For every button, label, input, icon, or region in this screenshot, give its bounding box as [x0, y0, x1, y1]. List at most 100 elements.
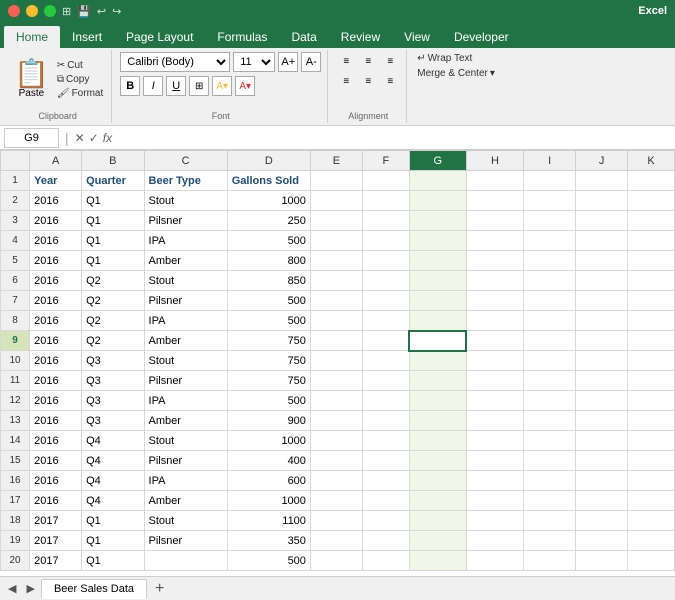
cell[interactable] [466, 211, 523, 231]
align-right-button[interactable]: ≡ [380, 72, 400, 90]
cell[interactable] [362, 351, 409, 371]
cell[interactable] [466, 231, 523, 251]
cell[interactable]: Q4 [82, 491, 144, 511]
cell[interactable] [310, 271, 362, 291]
cell[interactable] [524, 251, 576, 271]
col-header-i[interactable]: I [524, 151, 576, 171]
formula-input[interactable] [116, 131, 671, 145]
cell[interactable] [310, 411, 362, 431]
sheet-tab-beer-sales[interactable]: Beer Sales Data [41, 579, 147, 599]
cell[interactable] [466, 371, 523, 391]
cell[interactable]: 600 [227, 471, 310, 491]
cell[interactable]: 2016 [30, 211, 82, 231]
cell[interactable] [576, 211, 628, 231]
cell[interactable]: Amber [144, 411, 227, 431]
cell[interactable]: 2016 [30, 411, 82, 431]
cell[interactable]: Q1 [82, 211, 144, 231]
tab-formulas[interactable]: Formulas [205, 26, 279, 48]
cell[interactable] [628, 271, 675, 291]
tab-home[interactable]: Home [4, 26, 60, 48]
cell[interactable] [310, 231, 362, 251]
cell[interactable] [409, 171, 466, 191]
cell[interactable]: 1100 [227, 511, 310, 531]
cell[interactable] [466, 191, 523, 211]
cell[interactable] [362, 531, 409, 551]
cell[interactable] [409, 491, 466, 511]
col-header-b[interactable]: B [82, 151, 144, 171]
cell[interactable] [628, 371, 675, 391]
cell[interactable]: IPA [144, 311, 227, 331]
col-header-c[interactable]: C [144, 151, 227, 171]
cell[interactable] [628, 411, 675, 431]
wrap-text-button[interactable]: ↵ Wrap Text [415, 52, 503, 65]
cell[interactable]: Q2 [82, 311, 144, 331]
cell[interactable] [524, 471, 576, 491]
cell[interactable]: Year [30, 171, 82, 191]
cell[interactable] [362, 311, 409, 331]
cell[interactable]: 1000 [227, 191, 310, 211]
cell[interactable] [144, 551, 227, 571]
cell[interactable] [524, 191, 576, 211]
cell[interactable] [409, 311, 466, 331]
cell[interactable] [576, 391, 628, 411]
bold-button[interactable]: B [120, 76, 140, 96]
cell[interactable] [628, 191, 675, 211]
cell[interactable] [409, 351, 466, 371]
copy-button[interactable]: ⧉ Copy [55, 73, 105, 86]
tab-developer[interactable]: Developer [442, 26, 521, 48]
format-button[interactable]: 🖌 Format [55, 87, 105, 100]
cell[interactable] [362, 391, 409, 411]
confirm-formula-icon[interactable]: ✓ [89, 131, 99, 145]
cell[interactable]: Q4 [82, 431, 144, 451]
cell[interactable] [362, 191, 409, 211]
cell[interactable]: Q1 [82, 551, 144, 571]
cell[interactable]: Q3 [82, 411, 144, 431]
next-sheet-button[interactable]: ▶ [22, 582, 38, 595]
font-color-button[interactable]: A▾ [235, 76, 255, 96]
cell[interactable] [576, 491, 628, 511]
add-sheet-button[interactable]: + [149, 580, 170, 598]
paste-button[interactable]: 📋 Paste [10, 58, 53, 101]
cell[interactable] [628, 291, 675, 311]
cell[interactable]: Pilsner [144, 211, 227, 231]
cell[interactable] [310, 331, 362, 351]
cell[interactable] [310, 491, 362, 511]
cell[interactable] [576, 371, 628, 391]
cell[interactable] [576, 411, 628, 431]
cell[interactable]: 500 [227, 311, 310, 331]
cell[interactable]: Q1 [82, 231, 144, 251]
cell[interactable] [466, 531, 523, 551]
cell[interactable]: 750 [227, 371, 310, 391]
cell[interactable] [310, 551, 362, 571]
cell[interactable]: Beer Type [144, 171, 227, 191]
col-header-g[interactable]: G [409, 151, 466, 171]
merge-center-button[interactable]: Merge & Center ▾ [415, 67, 503, 80]
cell[interactable] [409, 211, 466, 231]
cell[interactable] [362, 431, 409, 451]
cell[interactable]: 2016 [30, 451, 82, 471]
cell[interactable]: 2016 [30, 331, 82, 351]
cell[interactable]: Stout [144, 431, 227, 451]
cell[interactable] [466, 411, 523, 431]
border-button[interactable]: ⊞ [189, 76, 209, 96]
cell[interactable] [466, 331, 523, 351]
cell[interactable] [409, 551, 466, 571]
cell[interactable]: 2016 [30, 371, 82, 391]
cell[interactable] [628, 231, 675, 251]
minimize-button[interactable] [26, 5, 38, 17]
cell[interactable] [576, 251, 628, 271]
cell[interactable]: Stout [144, 191, 227, 211]
cell[interactable]: Q4 [82, 471, 144, 491]
cell[interactable]: 800 [227, 251, 310, 271]
cell[interactable]: 2016 [30, 231, 82, 251]
cell[interactable]: 350 [227, 531, 310, 551]
cell[interactable] [409, 331, 466, 351]
cell[interactable] [310, 311, 362, 331]
cell[interactable] [524, 491, 576, 511]
cell[interactable] [524, 391, 576, 411]
cell[interactable] [310, 211, 362, 231]
cell[interactable] [362, 491, 409, 511]
increase-font-button[interactable]: A+ [278, 52, 298, 72]
cell[interactable] [524, 211, 576, 231]
cell[interactable]: 2017 [30, 551, 82, 571]
